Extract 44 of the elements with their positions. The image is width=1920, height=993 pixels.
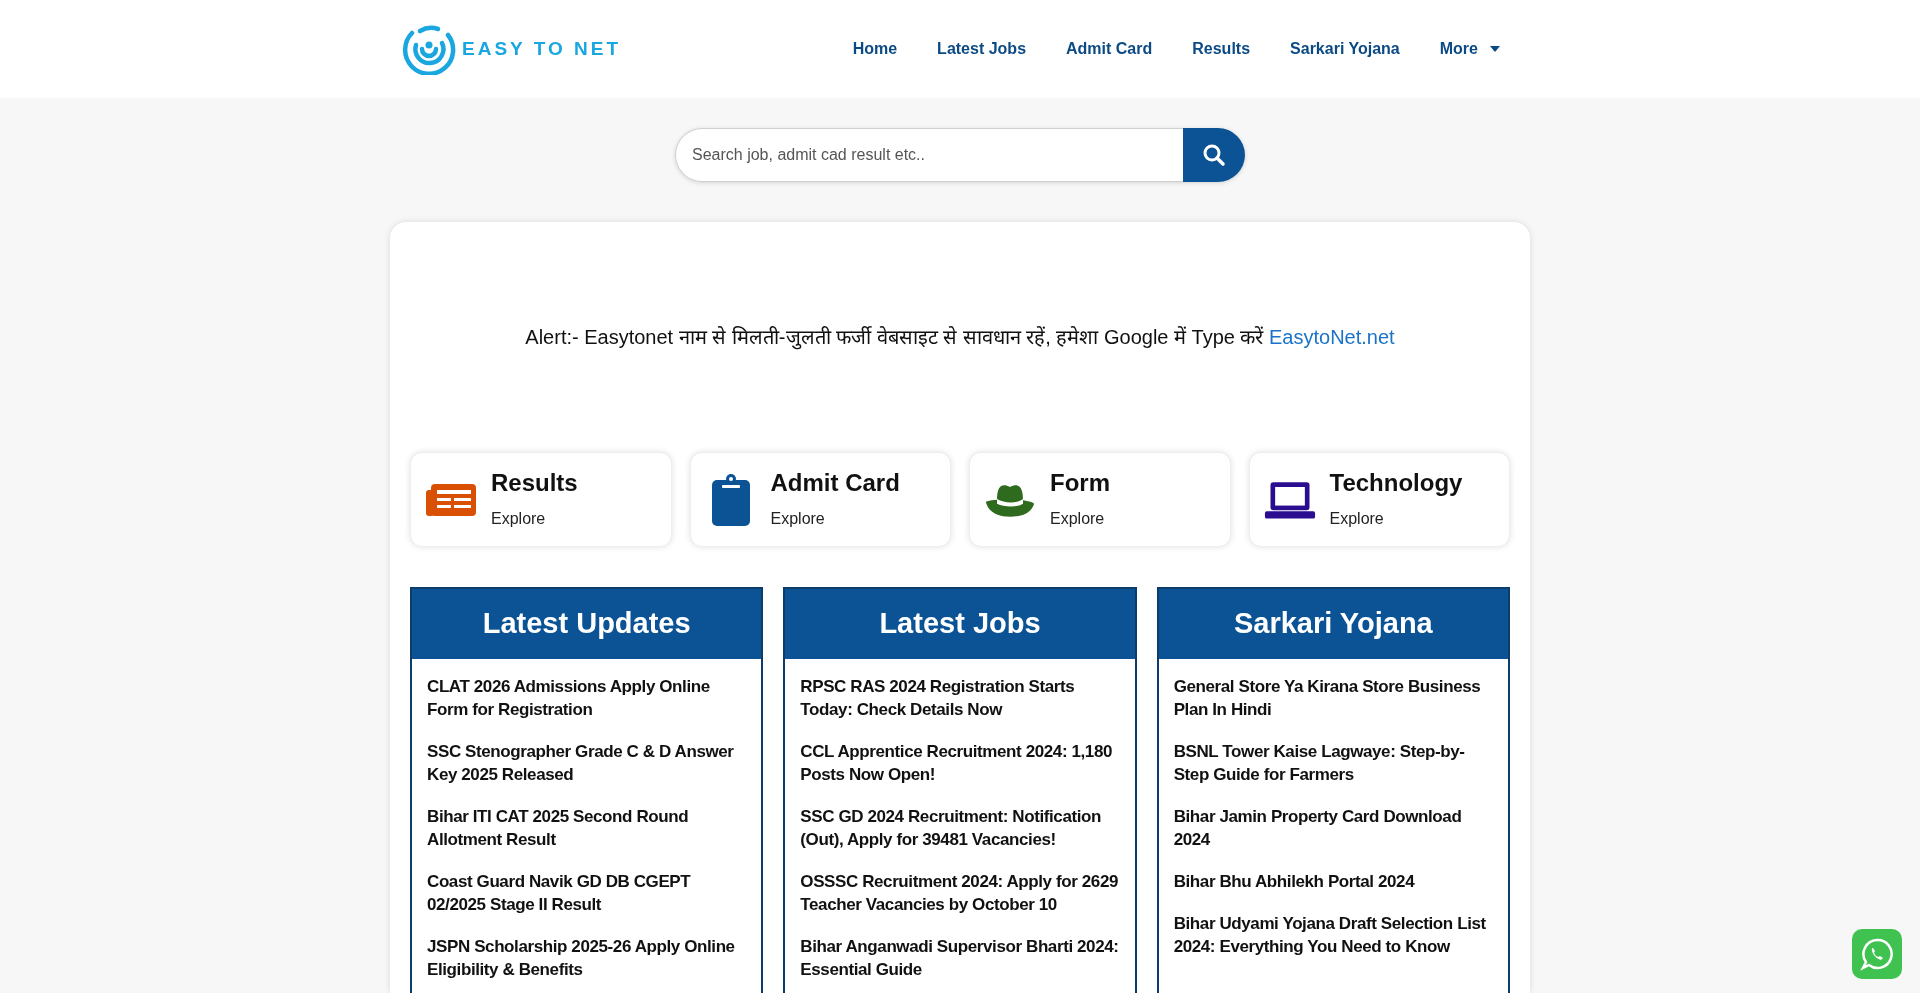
nav-link[interactable]: Home: [852, 37, 898, 61]
category-card[interactable]: Results Explore: [410, 452, 672, 547]
category-card[interactable]: Admit Card Explore: [689, 452, 951, 547]
nav-link[interactable]: Results: [1192, 37, 1251, 61]
search-field[interactable]: Search job, admit cad result etc..: [675, 128, 1183, 182]
post-link[interactable]: SSC Stenographer Grade C & D Answer Key 2025 Released: [427, 740, 747, 786]
post-link[interactable]: Bihar Jamin Property Card Download 2024: [1173, 805, 1493, 851]
post-link[interactable]: Bihar ITI CAT 2025 Second Round Allotment Result: [427, 805, 747, 851]
alert-message: Alert:- Easytonet नाम से मिलती-जुलती फर्जी वेबसाइट से सावधान रहें, हमेशा Google में Type करें EasytoNet.net: [525, 325, 1395, 352]
chat-phone-icon: [1860, 937, 1894, 971]
explore-label: Explore: [770, 508, 826, 529]
category-card[interactable]: Form Explore: [969, 452, 1231, 547]
explore-label: Explore: [491, 508, 547, 529]
post-link[interactable]: RPSC RAS 2024 Registration Starts Today: Check Details Now: [800, 675, 1120, 721]
nav-link[interactable]: Admit Card: [1066, 37, 1153, 61]
nav-link[interactable]: Sarkari Yojana: [1290, 37, 1400, 61]
panel-header: Sarkari Yojana: [1158, 589, 1508, 659]
post-link[interactable]: Bihar Bhu Abhilekh Portal 2024: [1173, 870, 1493, 893]
caret-icon: [1490, 46, 1500, 52]
panel-header: Latest Jobs: [785, 589, 1135, 659]
category-title: Form: [1050, 467, 1110, 498]
site-link[interactable]: EasytoNet.net: [1269, 326, 1395, 348]
category-title: Technology: [1329, 467, 1463, 498]
panel-header: Latest Updates: [412, 589, 762, 659]
category-title: Admit Card: [770, 467, 900, 498]
post-link[interactable]: Coast Guard Navik GD DB CGEPT 02/2025 Stage II Result: [427, 870, 747, 916]
nav-link[interactable]: More: [1439, 37, 1500, 61]
post-link[interactable]: CLAT 2026 Admissions Apply Online Form for Registration: [427, 675, 747, 721]
logo-icon: [402, 23, 458, 75]
explore-label: Explore: [1050, 508, 1106, 529]
category-title: Results: [491, 467, 578, 498]
search-button[interactable]: [1183, 128, 1245, 182]
post-link[interactable]: JSPN Scholarship 2025-26 Apply Online Eligibility & Benefits: [427, 935, 747, 981]
search-icon: [1202, 143, 1226, 167]
explore-label: Explore: [1329, 508, 1385, 529]
post-link[interactable]: OSSSC Recruitment 2024: Apply for 2629 Teacher Vacancies by October 10: [800, 870, 1120, 916]
post-link[interactable]: SSC GD 2024 Recruitment: Notification (Out), Apply for 39481 Vacancies!: [800, 805, 1120, 851]
category-card[interactable]: Technology Explore: [1248, 452, 1510, 547]
post-link[interactable]: Bihar Anganwadi Supervisor Bharti 2024: Essential Guide: [800, 935, 1120, 981]
post-link[interactable]: Bihar Udyami Yojana Draft Selection List 2024: Everything You Need to Know: [1173, 912, 1493, 958]
post-link[interactable]: BSNL Tower Kaise Lagwaye: Step-by-Step Guide for Farmers: [1173, 740, 1493, 786]
nav-link[interactable]: Latest Jobs: [937, 37, 1027, 61]
post-link[interactable]: CCL Apprentice Recruitment 2024: 1,180 Posts Now Open!: [800, 740, 1120, 786]
post-link[interactable]: General Store Ya Kirana Store Business Plan In Hindi: [1173, 675, 1493, 721]
